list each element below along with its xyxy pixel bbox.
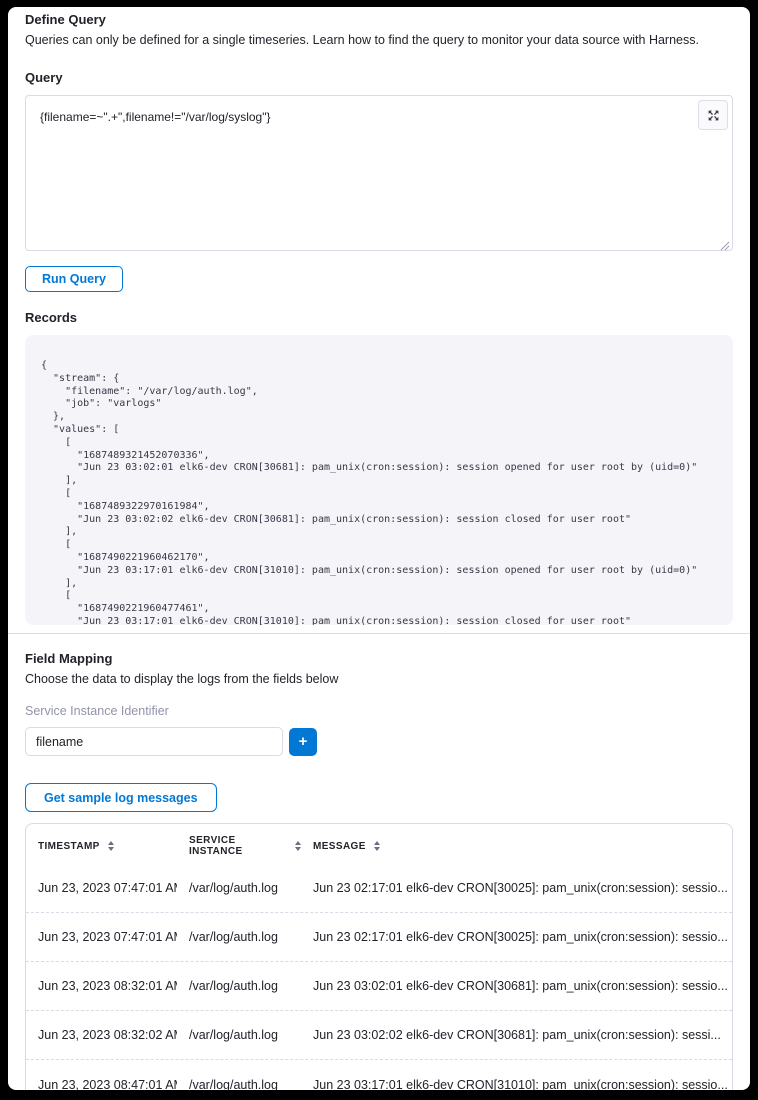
column-header-service-instance[interactable]: SERVICE INSTANCE	[177, 835, 301, 857]
query-label: Query	[25, 70, 733, 86]
field-mapping-section: Field Mapping Choose the data to display…	[8, 634, 750, 1090]
sort-icon[interactable]	[108, 841, 114, 851]
cell-timestamp: Jun 23, 2023 08:32:02 AM	[26, 1028, 177, 1042]
table-body: Jun 23, 2023 07:47:01 AM /var/log/auth.l…	[26, 864, 732, 1090]
column-header-message[interactable]: MESSAGE	[301, 841, 732, 852]
expand-query-button[interactable]	[698, 100, 728, 130]
cell-message: Jun 23 03:02:02 elk6-dev CRON[30681]: pa…	[301, 1028, 732, 1042]
cell-message: Jun 23 02:17:01 elk6-dev CRON[30025]: pa…	[301, 881, 732, 895]
sort-icon[interactable]	[374, 841, 380, 851]
records-label: Records	[25, 310, 733, 326]
query-input[interactable]: {filename=~".+",filename!="/var/log/sysl…	[25, 95, 733, 251]
table-row[interactable]: Jun 23, 2023 08:32:01 AM /var/log/auth.l…	[26, 962, 732, 1011]
cell-service-instance: /var/log/auth.log	[177, 1028, 301, 1042]
query-editor: {filename=~".+",filename!="/var/log/sysl…	[25, 95, 733, 251]
table-row[interactable]: Jun 23, 2023 08:32:02 AM /var/log/auth.l…	[26, 1011, 732, 1060]
records-output[interactable]: { "stream": { "filename": "/var/log/auth…	[25, 335, 733, 625]
define-query-description: Queries can only be defined for a single…	[25, 32, 733, 48]
run-query-button[interactable]: Run Query	[25, 266, 123, 292]
cell-timestamp: Jun 23, 2023 08:47:01 AM	[26, 1078, 177, 1091]
column-header-label: MESSAGE	[313, 841, 366, 852]
cell-message: Jun 23 03:17:01 elk6-dev CRON[31010]: pa…	[301, 1078, 732, 1091]
define-query-section: Define Query Queries can only be defined…	[8, 7, 750, 625]
field-mapping-title: Field Mapping	[25, 650, 733, 667]
health-source-config-panel: Define Query Queries can only be defined…	[8, 7, 750, 1090]
define-query-title: Define Query	[25, 11, 733, 28]
column-header-label: TIMESTAMP	[38, 841, 100, 852]
column-header-timestamp[interactable]: TIMESTAMP	[26, 841, 177, 852]
cell-service-instance: /var/log/auth.log	[177, 930, 301, 944]
cell-service-instance: /var/log/auth.log	[177, 881, 301, 895]
cell-timestamp: Jun 23, 2023 07:47:01 AM	[26, 881, 177, 895]
table-row[interactable]: Jun 23, 2023 07:47:01 AM /var/log/auth.l…	[26, 913, 732, 962]
add-field-button[interactable]: +	[289, 728, 317, 756]
cell-timestamp: Jun 23, 2023 07:47:01 AM	[26, 930, 177, 944]
cell-message: Jun 23 02:17:01 elk6-dev CRON[30025]: pa…	[301, 930, 732, 944]
get-sample-log-messages-button[interactable]: Get sample log messages	[25, 783, 217, 812]
resize-handle-icon[interactable]	[720, 238, 730, 248]
sample-log-table: TIMESTAMP SERVICE INSTANCE MESSAGE Jun 2…	[25, 823, 733, 1090]
table-row[interactable]: Jun 23, 2023 07:47:01 AM /var/log/auth.l…	[26, 864, 732, 913]
field-mapping-description: Choose the data to display the logs from…	[25, 671, 733, 687]
table-row[interactable]: Jun 23, 2023 08:47:01 AM /var/log/auth.l…	[26, 1060, 732, 1090]
service-instance-input-row: +	[25, 727, 733, 756]
service-instance-input[interactable]	[25, 727, 283, 756]
table-header-row: TIMESTAMP SERVICE INSTANCE MESSAGE	[26, 824, 732, 864]
cell-service-instance: /var/log/auth.log	[177, 979, 301, 993]
cell-service-instance: /var/log/auth.log	[177, 1078, 301, 1091]
column-header-label: SERVICE INSTANCE	[189, 835, 287, 857]
expand-icon	[707, 109, 720, 122]
cell-timestamp: Jun 23, 2023 08:32:01 AM	[26, 979, 177, 993]
service-instance-identifier-label: Service Instance Identifier	[25, 704, 733, 719]
cell-message: Jun 23 03:02:01 elk6-dev CRON[30681]: pa…	[301, 979, 732, 993]
plus-icon: +	[299, 734, 308, 749]
